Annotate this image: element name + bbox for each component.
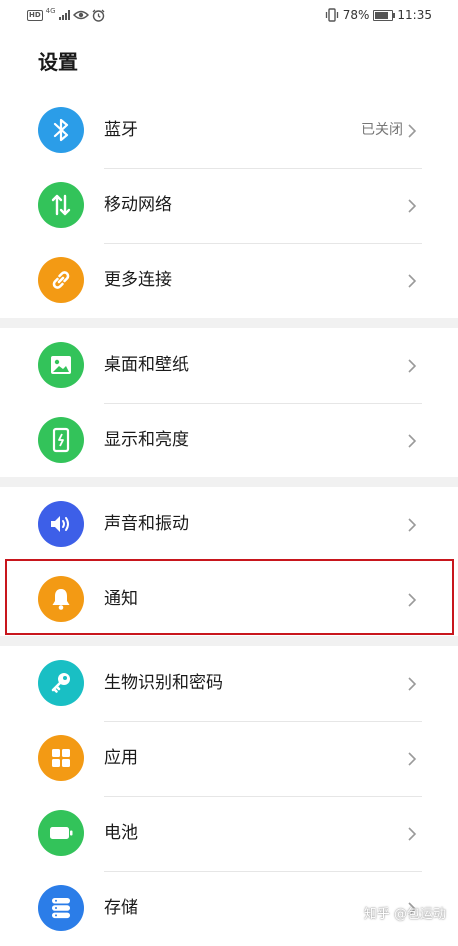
settings-item-biometrics[interactable]: 生物识别和密码 bbox=[0, 646, 458, 721]
settings-item-label: 存储 bbox=[104, 898, 138, 918]
chevron-right-icon bbox=[408, 434, 417, 448]
bluetooth-icon bbox=[38, 107, 84, 153]
mobile-data-icon bbox=[38, 182, 84, 228]
settings-item-label: 更多连接 bbox=[104, 270, 172, 290]
chevron-right-icon bbox=[408, 274, 417, 288]
settings-item-wallpaper[interactable]: 桌面和壁纸 bbox=[0, 328, 458, 403]
settings-item-battery[interactable]: 电池 bbox=[0, 796, 458, 871]
wallpaper-icon bbox=[38, 342, 84, 388]
settings-item-apps[interactable]: 应用 bbox=[0, 721, 458, 796]
bluetooth-status-value: 已关闭 bbox=[361, 122, 403, 138]
chevron-right-icon bbox=[408, 124, 417, 138]
settings-item-bluetooth[interactable]: 蓝牙 已关闭 bbox=[0, 93, 458, 168]
key-icon bbox=[38, 660, 84, 706]
apps-grid-icon bbox=[38, 735, 84, 781]
eye-icon bbox=[72, 10, 89, 20]
storage-icon bbox=[38, 885, 84, 931]
section-gap bbox=[0, 318, 458, 328]
vibrate-icon bbox=[325, 8, 338, 22]
settings-item-label: 应用 bbox=[104, 748, 138, 768]
battery-icon bbox=[38, 810, 84, 856]
settings-item-sound[interactable]: 声音和振动 bbox=[0, 487, 458, 562]
section-gap bbox=[0, 636, 458, 646]
chevron-right-icon bbox=[408, 359, 417, 373]
settings-item-label: 移动网络 bbox=[104, 195, 172, 215]
settings-item-label: 生物识别和密码 bbox=[104, 673, 223, 693]
signal-icon bbox=[58, 10, 70, 20]
settings-item-label: 蓝牙 bbox=[104, 120, 138, 140]
watermark: 知乎 @包运动 bbox=[363, 907, 446, 922]
speaker-icon bbox=[38, 501, 84, 547]
display-icon bbox=[38, 417, 84, 463]
chevron-right-icon bbox=[408, 752, 417, 766]
chevron-right-icon bbox=[408, 677, 417, 691]
settings-item-label: 电池 bbox=[104, 823, 138, 843]
hd-badge: HD bbox=[27, 9, 43, 21]
page-title: 设置 bbox=[38, 50, 78, 74]
clock-time: 11:35 bbox=[397, 8, 432, 22]
status-left: HD 4G bbox=[27, 7, 105, 23]
chevron-right-icon bbox=[408, 827, 417, 841]
settings-item-label: 桌面和壁纸 bbox=[104, 355, 189, 375]
section-gap bbox=[0, 477, 458, 487]
highlight-box bbox=[5, 559, 454, 635]
settings-item-display[interactable]: 显示和亮度 bbox=[0, 403, 458, 478]
settings-item-label: 显示和亮度 bbox=[104, 430, 189, 450]
settings-item-mobile-network[interactable]: 移动网络 bbox=[0, 168, 458, 243]
network-type: 4G bbox=[45, 7, 56, 15]
alarm-icon bbox=[92, 9, 105, 22]
settings-item-more-connections[interactable]: 更多连接 bbox=[0, 243, 458, 318]
chevron-right-icon bbox=[408, 199, 417, 213]
status-right: 78% 11:35 bbox=[325, 6, 432, 24]
battery-percent: 78% bbox=[342, 8, 370, 22]
battery-status-icon bbox=[373, 9, 396, 21]
settings-item-label: 声音和振动 bbox=[104, 514, 189, 534]
chevron-right-icon bbox=[408, 518, 417, 532]
status-bar: HD 4G 78% 11:35 bbox=[0, 0, 458, 30]
link-icon bbox=[38, 257, 84, 303]
